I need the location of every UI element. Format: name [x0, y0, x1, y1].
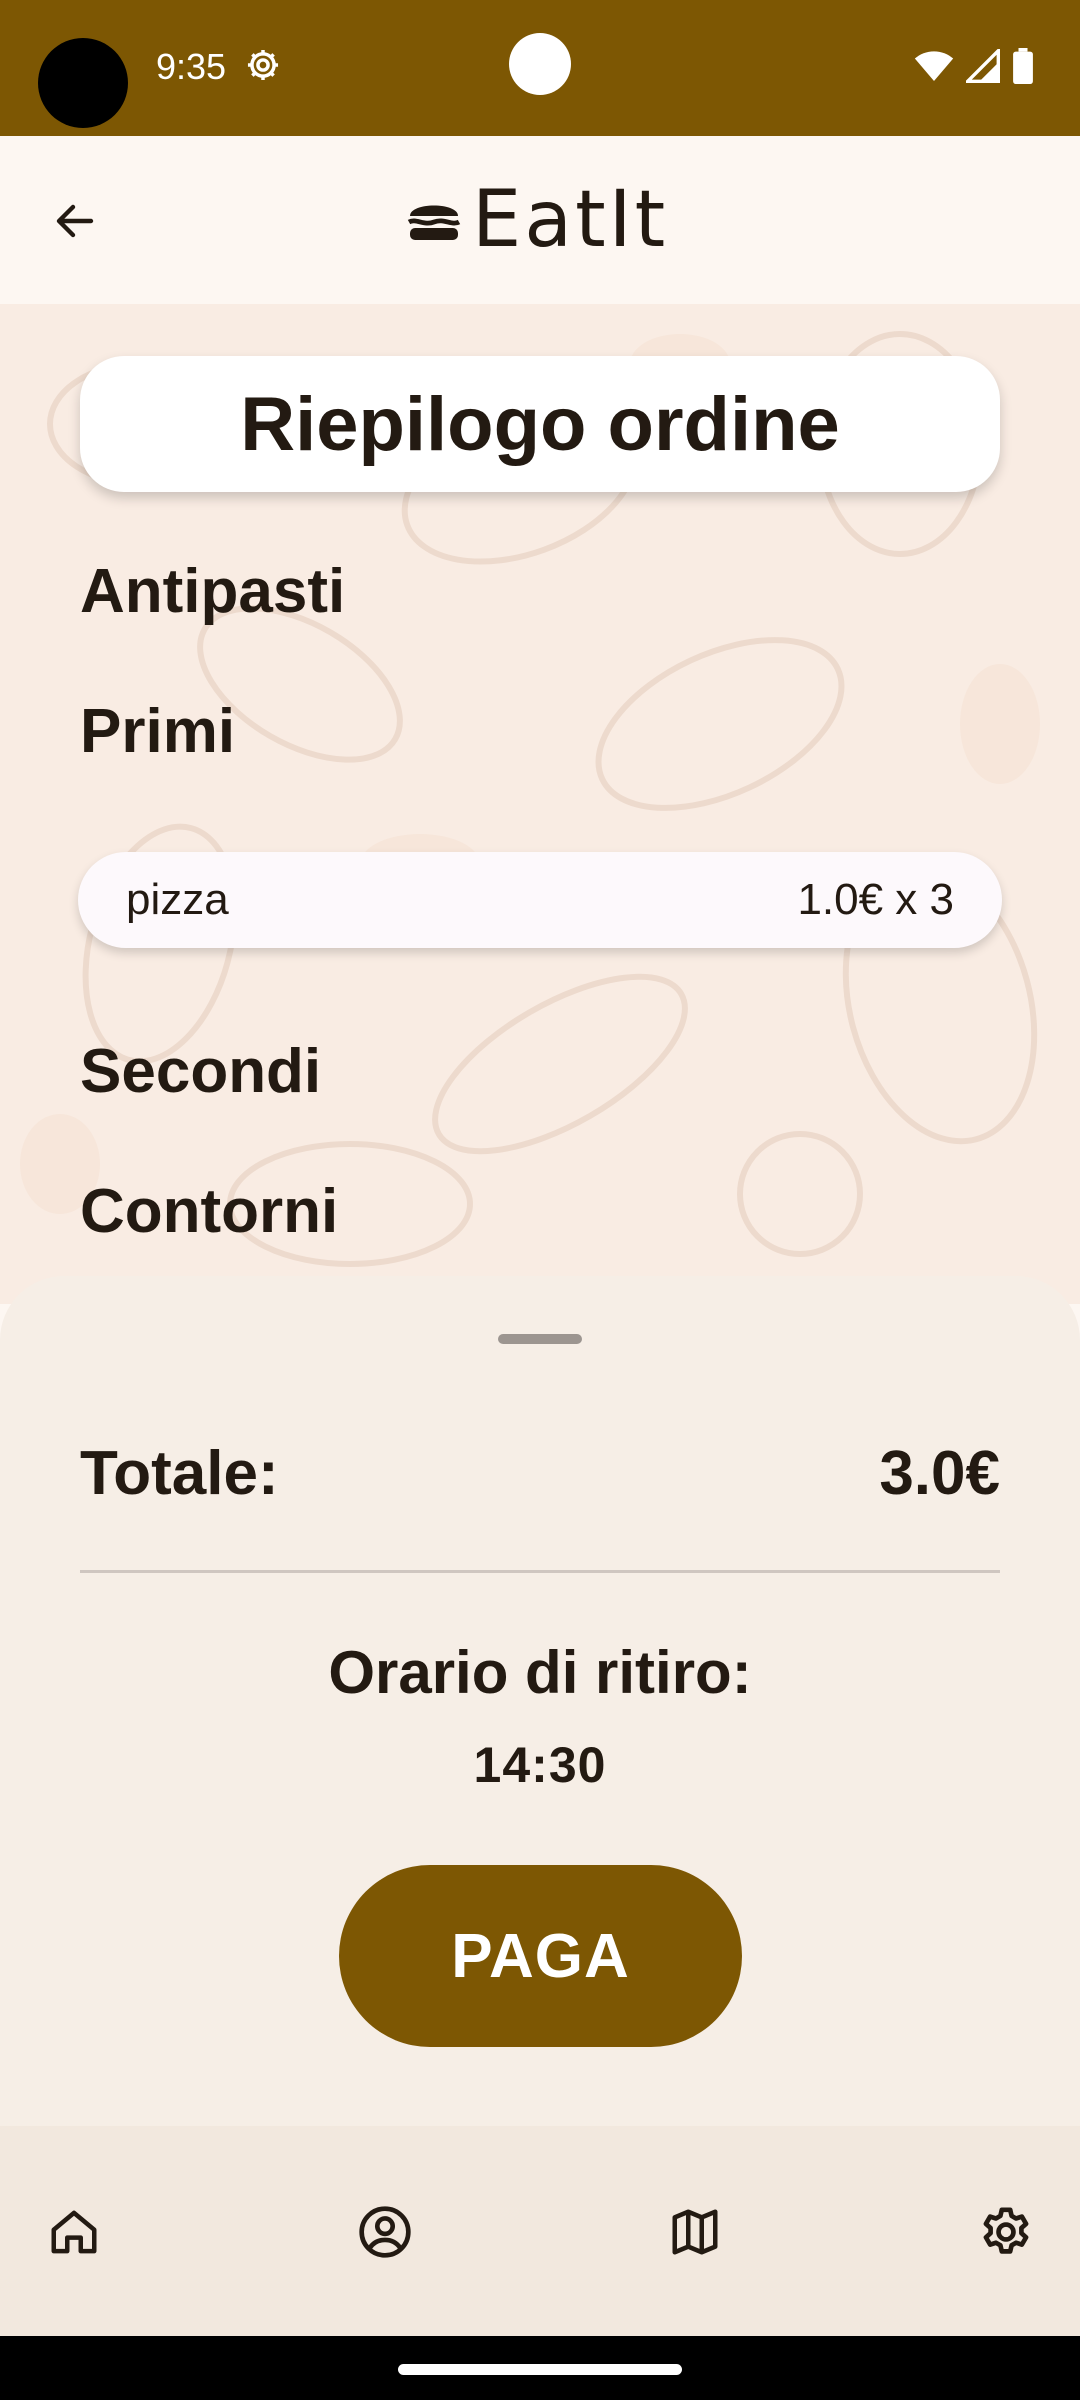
checkout-bottom-sheet: Totale: 3.0€ Orario di ritiro: 14:30 PAG…: [0, 1276, 1080, 2126]
back-button[interactable]: [40, 186, 110, 256]
total-label: Totale:: [80, 1439, 279, 1508]
page-title: Riepilogo ordine: [240, 381, 840, 467]
app-bar: EatIt: [0, 136, 1080, 304]
bottom-navigation: [0, 2126, 1080, 2336]
order-item[interactable]: pizza 1.0€ x 3: [78, 852, 1002, 948]
system-navigation-bar: [0, 2336, 1080, 2400]
section-heading-secondi: Secondi: [80, 1037, 322, 1106]
status-icons: [914, 46, 1034, 89]
map-icon: [672, 2209, 718, 2255]
drag-handle[interactable]: [498, 1334, 582, 1344]
camera-cutout: [38, 38, 128, 128]
cellular-signal-icon: [963, 46, 1000, 88]
brand-logo: EatIt: [406, 175, 668, 265]
total-value: 3.0€: [879, 1439, 1000, 1508]
nav-account[interactable]: [355, 2202, 415, 2262]
section-heading-contorni: Contorni: [80, 1177, 339, 1246]
pickup-time-value[interactable]: 14:30: [0, 1736, 1080, 1794]
section-heading-antipasti: Antipasti: [80, 557, 346, 626]
status-time: 9:35: [156, 46, 227, 87]
wifi-icon: [914, 49, 954, 88]
account-icon: [359, 2206, 411, 2258]
status-bar: 9:35: [0, 0, 1080, 136]
nav-home[interactable]: [44, 2202, 104, 2262]
front-camera: [509, 33, 571, 95]
screen: 9:35 EatIt Riepilogo ordine Antipasti Pr…: [0, 0, 1080, 2400]
battery-icon: [1012, 47, 1034, 89]
home-indicator[interactable]: [398, 2364, 682, 2375]
arrow-back-icon: [56, 204, 94, 238]
pay-button[interactable]: PAGA: [339, 1865, 742, 2047]
order-summary-content[interactable]: Riepilogo ordine Antipasti Primi pizza 1…: [0, 304, 1080, 1304]
divider: [80, 1570, 1000, 1573]
brand-name: EatIt: [472, 175, 669, 265]
burger-icon: [407, 205, 461, 240]
pickup-time-label: Orario di ritiro:: [328, 1639, 752, 1706]
settings-icon: [983, 2207, 1029, 2254]
order-item-name: pizza: [126, 875, 229, 924]
order-item-price: 1.0€ x 3: [797, 875, 954, 924]
nav-settings[interactable]: [976, 2202, 1036, 2262]
nav-map[interactable]: [665, 2202, 725, 2262]
home-icon: [51, 2210, 97, 2254]
settings-gear-icon: [244, 46, 282, 84]
section-heading-primi: Primi: [80, 697, 236, 766]
page-title-card: Riepilogo ordine: [80, 356, 1000, 492]
